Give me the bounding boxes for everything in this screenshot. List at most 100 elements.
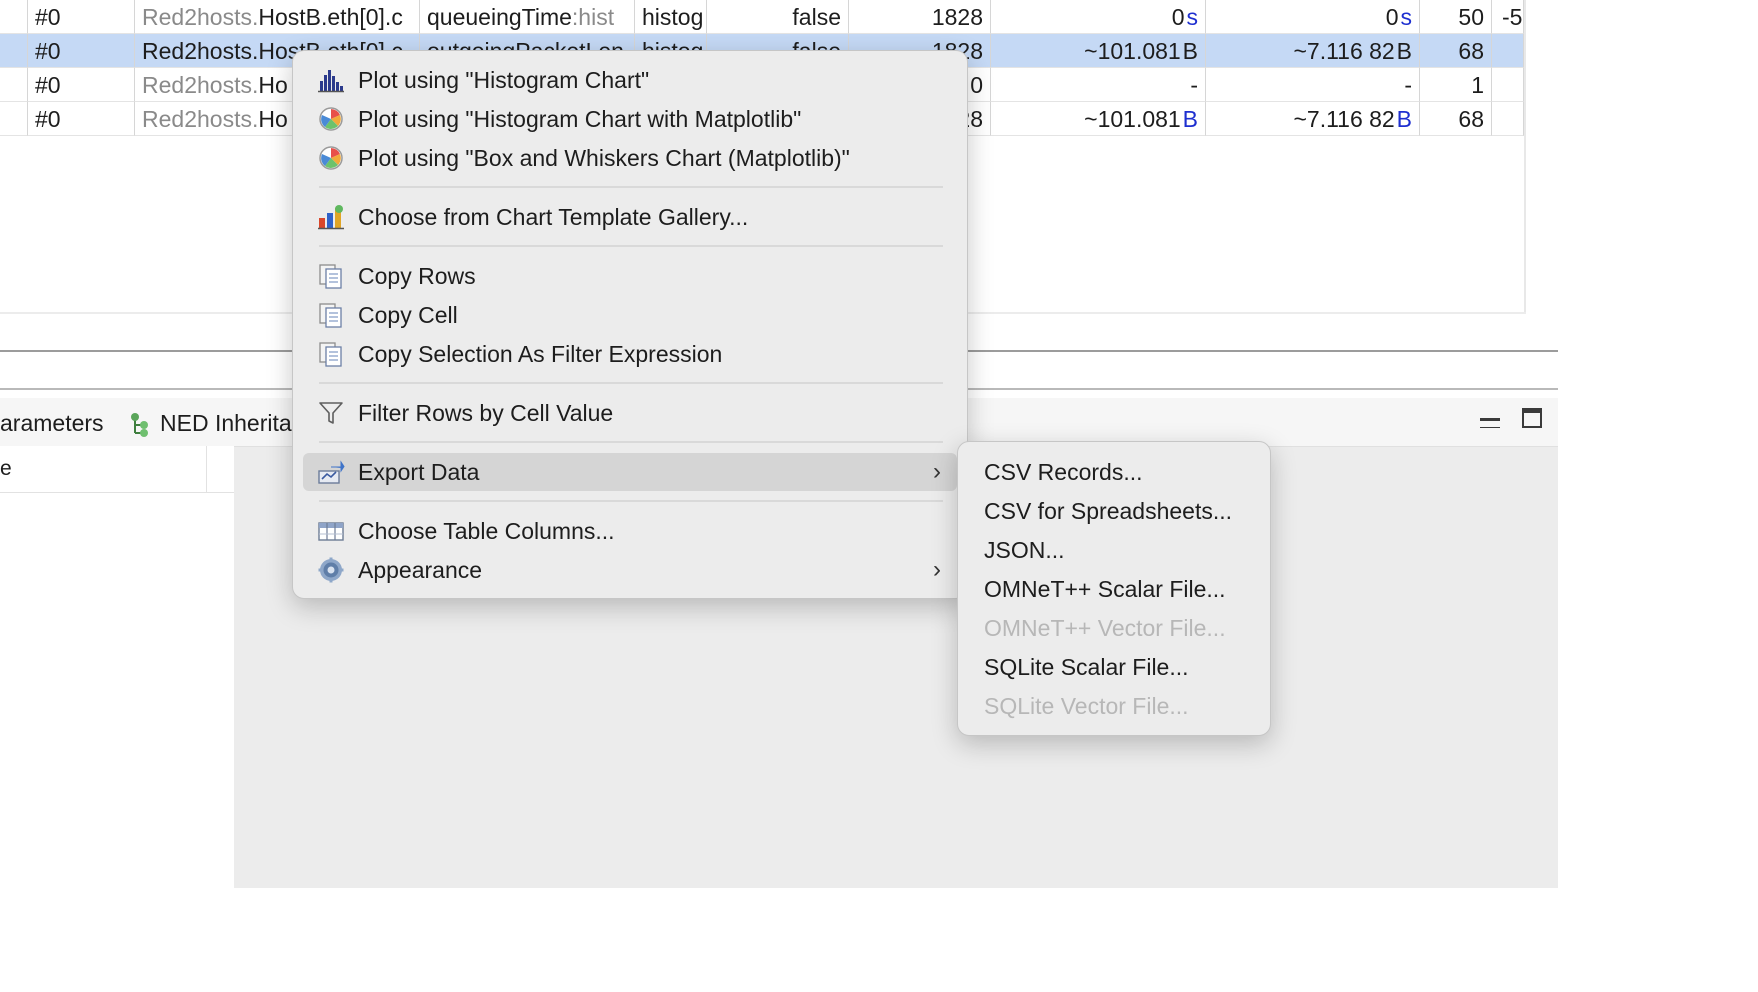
row-checkbox-cell[interactable] <box>0 34 28 68</box>
submenu-item-sqlite-vector: SQLite Vector File... <box>968 687 1260 725</box>
submenu-item-label: OMNeT++ Vector File... <box>984 615 1226 641</box>
submenu-item-csv-spreadsheets[interactable]: CSV for Spreadsheets... <box>968 492 1260 530</box>
minimize-view-button[interactable] <box>1479 418 1500 428</box>
module-prefix: Red2hosts. <box>142 4 259 30</box>
extra-cell[interactable] <box>1492 102 1524 136</box>
submenu-item-omnet-scalar[interactable]: OMNeT++ Scalar File... <box>968 570 1260 608</box>
menu-item-label: Filter Rows by Cell Value <box>358 400 614 426</box>
stddev-cell[interactable]: 0 s <box>1206 0 1420 34</box>
menu-item-copy-filter-expression[interactable]: Copy Selection As Filter Expression <box>303 335 957 373</box>
extra-cell[interactable]: -5 <box>1492 0 1524 34</box>
menu-item-export-data[interactable]: Export Data › <box>303 453 957 491</box>
copy-icon <box>319 264 342 289</box>
mean-value: 0 <box>1171 4 1185 30</box>
run-cell[interactable]: #0 <box>28 68 135 102</box>
menu-separator <box>319 500 943 502</box>
extra-cell[interactable] <box>1492 34 1524 68</box>
tab-ned-label: NED Inherita <box>160 410 292 436</box>
submenu-item-csv-records[interactable]: CSV Records... <box>968 453 1260 491</box>
menu-item-appearance[interactable]: Appearance › <box>303 551 957 589</box>
tab-parameters[interactable]: arameters <box>0 398 104 446</box>
submenu-item-omnet-vector: OMNeT++ Vector File... <box>968 609 1260 647</box>
menu-item-label: Choose Table Columns... <box>358 518 615 544</box>
maximize-view-button[interactable] <box>1522 408 1542 428</box>
table-row[interactable]: #0 Red2hosts.HostB.eth[0].c queueingTime… <box>0 0 1524 34</box>
menu-item-copy-rows[interactable]: Copy Rows <box>303 257 957 295</box>
column-header-value[interactable]: e <box>0 446 207 492</box>
stddev-unit: s <box>1400 4 1413 30</box>
module-rest: Ho <box>258 106 288 132</box>
bins-cell[interactable]: 68 <box>1420 34 1492 68</box>
menu-separator <box>319 186 943 188</box>
mean-unit: s <box>1186 4 1199 30</box>
flag-cell[interactable]: false <box>707 0 849 34</box>
view-window-buttons <box>1462 408 1542 433</box>
menu-separator <box>319 245 943 247</box>
export-data-submenu: CSV Records... CSV for Spreadsheets... J… <box>957 441 1271 736</box>
module-cell[interactable]: Red2hosts.HostB.eth[0].c <box>135 0 420 34</box>
menu-item-label: Choose from Chart Template Gallery... <box>358 204 749 230</box>
menu-separator <box>319 441 943 443</box>
mean-cell[interactable]: ~101.081 B <box>991 34 1206 68</box>
copy-icon <box>319 303 342 328</box>
menu-separator <box>319 382 943 384</box>
submenu-item-label: CSV for Spreadsheets... <box>984 498 1233 524</box>
run-cell[interactable]: #0 <box>28 0 135 34</box>
run-cell[interactable]: #0 <box>28 34 135 68</box>
module-rest: Ho <box>258 72 288 98</box>
menu-item-label: Plot using "Box and Whiskers Chart (Matp… <box>358 145 850 171</box>
stddev-cell[interactable]: ~7.116 82 B <box>1206 34 1420 68</box>
mean-cell[interactable]: - <box>991 68 1206 102</box>
mean-value: ~101.081 <box>1084 106 1181 132</box>
export-icon <box>318 460 345 484</box>
stddev-cell[interactable]: - <box>1206 68 1420 102</box>
submenu-item-sqlite-scalar[interactable]: SQLite Scalar File... <box>968 648 1260 686</box>
run-cell[interactable]: #0 <box>28 102 135 136</box>
stddev-value: 0 <box>1385 4 1399 30</box>
menu-item-label: Copy Rows <box>358 263 476 289</box>
submenu-item-label: SQLite Scalar File... <box>984 654 1189 680</box>
menu-item-copy-cell[interactable]: Copy Cell <box>303 296 957 334</box>
submenu-item-label: JSON... <box>984 537 1065 563</box>
mean-unit: B <box>1182 38 1198 64</box>
row-checkbox-cell[interactable] <box>0 102 28 136</box>
menu-item-filter-rows[interactable]: Filter Rows by Cell Value <box>303 394 957 432</box>
bins-cell[interactable]: 50 <box>1420 0 1492 34</box>
stddev-unit: B <box>1396 38 1412 64</box>
ned-inheritance-icon <box>131 412 148 437</box>
menu-item-choose-table-columns[interactable]: Choose Table Columns... <box>303 512 957 550</box>
mean-unit: B <box>1182 106 1198 132</box>
row-checkbox-cell[interactable] <box>0 0 28 34</box>
count-cell[interactable]: 1828 <box>849 0 991 34</box>
gear-icon <box>318 557 344 583</box>
bins-cell[interactable]: 68 <box>1420 102 1492 136</box>
mean-cell[interactable]: 0 s <box>991 0 1206 34</box>
mean-cell[interactable]: ~101.081 B <box>991 102 1206 136</box>
tab-ned-inheritance[interactable]: NED Inherita <box>128 398 292 446</box>
stddev-value: ~7.116 82 <box>1293 106 1395 132</box>
stddev-value: ~7.116 82 <box>1293 38 1395 64</box>
bins-cell[interactable]: 1 <box>1420 68 1492 102</box>
module-prefix: Red2hosts. <box>142 38 259 64</box>
window-bottom-area <box>0 888 1758 992</box>
submenu-item-label: OMNeT++ Scalar File... <box>984 576 1226 602</box>
menu-item-chart-template-gallery[interactable]: Choose from Chart Template Gallery... <box>303 198 957 236</box>
name-cell[interactable]: queueingTime:hist <box>420 0 635 34</box>
tab-parameters-label: arameters <box>0 410 104 436</box>
menu-item-label: Export Data <box>358 459 480 485</box>
context-menu: Plot using "Histogram Chart" Plot using … <box>292 50 968 599</box>
menu-item-plot-box-whiskers[interactable]: Plot using "Box and Whiskers Chart (Matp… <box>303 139 957 177</box>
menu-item-plot-histogram[interactable]: Plot using "Histogram Chart" <box>303 61 957 99</box>
stddev-cell[interactable]: ~7.116 82 B <box>1206 102 1420 136</box>
properties-table: e <box>0 446 234 888</box>
extra-cell[interactable] <box>1492 68 1524 102</box>
menu-item-label: Plot using "Histogram Chart with Matplot… <box>358 106 802 132</box>
menu-item-label: Copy Cell <box>358 302 458 328</box>
table-columns-icon <box>318 522 344 541</box>
row-checkbox-cell[interactable] <box>0 68 28 102</box>
kind-cell[interactable]: histog <box>635 0 707 34</box>
chevron-right-icon: › <box>933 556 941 583</box>
histogram-chart-icon <box>318 70 344 93</box>
menu-item-plot-histogram-matplotlib[interactable]: Plot using "Histogram Chart with Matplot… <box>303 100 957 138</box>
submenu-item-json[interactable]: JSON... <box>968 531 1260 569</box>
